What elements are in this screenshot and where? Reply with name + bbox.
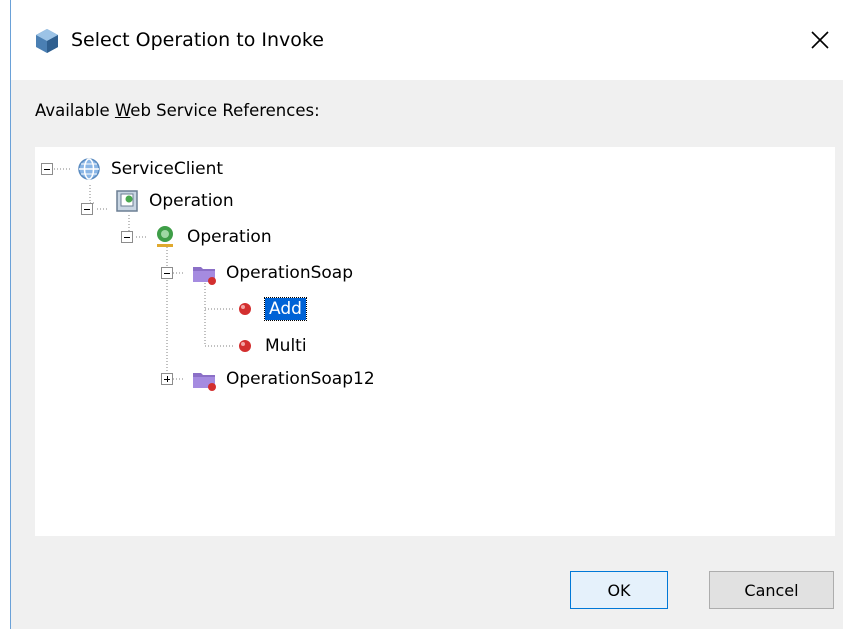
tree-node-label: OperationSoap12 [226,369,375,389]
tree-node-label: Multi [265,336,307,356]
expander-operationsoap12[interactable] [161,373,173,385]
tree-node-operation-service[interactable]: Operation [113,187,234,215]
tree-node-operation-port[interactable]: Operation [151,223,272,251]
service-icon [116,190,138,212]
red-ball-icon [239,340,251,352]
tree-node-label: Operation [149,191,234,211]
expander-serviceclient[interactable] [41,163,53,175]
close-button[interactable] [796,12,843,68]
red-ball-icon [239,303,251,315]
folder-icon [193,267,216,285]
tree-node-operationsoap12[interactable]: OperationSoap12 [190,365,375,393]
tree-node-label: Operation [187,227,272,247]
label-part-prefix: Available [35,101,115,120]
label-part-suffix: eb Service References: [130,101,320,120]
folder-icon [193,373,216,391]
tree-node-method-add[interactable]: Add [231,295,307,323]
tree-node-label-selected: Add [264,297,307,321]
tree-node-label: ServiceClient [111,159,224,179]
title-bar: Select Operation to Invoke [11,0,843,80]
tree-node-serviceclient[interactable]: ServiceClient [75,155,223,183]
dialog-title: Select Operation to Invoke [71,29,324,51]
expander-operation-service[interactable] [81,203,93,215]
webservice-cube-icon [36,29,58,53]
globe-icon [78,158,100,180]
cancel-button[interactable]: Cancel [709,571,834,609]
expander-operationsoap[interactable] [161,267,173,279]
close-icon [811,31,829,49]
label-mnemonic: W [114,101,131,120]
tree-node-method-multi[interactable]: Multi [231,332,307,360]
ok-button[interactable]: OK [570,571,668,609]
tree-node-label: OperationSoap [226,263,354,283]
expander-operation-port[interactable] [121,231,133,243]
available-references-label: Available Web Service References: [35,101,320,120]
tree-node-operationsoap[interactable]: OperationSoap [190,259,353,287]
select-operation-dialog: Select Operation to Invoke Available Web… [10,0,843,629]
port-icon [157,226,173,247]
web-service-tree[interactable]: ServiceClient Operation Operation Operat… [35,147,835,536]
